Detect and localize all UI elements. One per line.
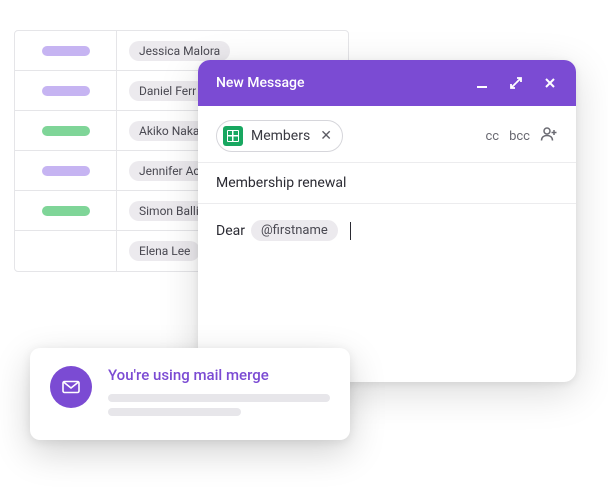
name-chip: Simon Balli xyxy=(129,201,209,221)
window-controls xyxy=(474,75,558,91)
cc-button[interactable]: cc xyxy=(485,129,499,144)
add-recipient-icon[interactable] xyxy=(540,126,558,146)
recipient-chip[interactable]: Members ✕ xyxy=(216,120,343,152)
sheets-icon xyxy=(223,126,243,146)
bcc-button[interactable]: bcc xyxy=(509,129,530,144)
minimize-icon[interactable] xyxy=(474,75,490,91)
status-cell xyxy=(15,111,117,150)
remove-chip-icon[interactable]: ✕ xyxy=(320,128,332,144)
recipient-label: Members xyxy=(251,128,310,144)
compose-header: New Message xyxy=(198,60,576,106)
expand-icon[interactable] xyxy=(508,75,524,91)
recipient-actions: cc bcc xyxy=(485,126,558,146)
placeholder-line xyxy=(108,394,330,402)
toast-title: You're using mail merge xyxy=(108,366,330,384)
name-chip: Daniel Ferr xyxy=(129,81,206,101)
status-pill xyxy=(42,166,90,176)
compose-body[interactable]: Dear @firstname xyxy=(198,204,576,257)
mail-merge-icon xyxy=(50,366,92,408)
status-pill xyxy=(42,126,90,136)
name-chip: Jessica Malora xyxy=(129,41,230,61)
status-pill xyxy=(42,86,90,96)
status-cell xyxy=(15,31,117,70)
status-cell xyxy=(15,71,117,110)
status-pill xyxy=(42,206,90,216)
subject-input[interactable]: Membership renewal xyxy=(198,163,576,204)
status-cell xyxy=(15,231,117,271)
body-text: Dear xyxy=(216,223,245,239)
recipients-row[interactable]: Members ✕ cc bcc xyxy=(198,106,576,163)
merge-variable-chip[interactable]: @firstname xyxy=(251,220,338,241)
text-cursor xyxy=(350,222,351,240)
close-icon[interactable] xyxy=(542,75,558,91)
status-cell xyxy=(15,151,117,190)
name-chip: Elena Lee xyxy=(129,241,200,261)
placeholder-line xyxy=(108,408,241,416)
compose-title: New Message xyxy=(216,75,474,91)
compose-window: New Message Members ✕ cc bcc Me xyxy=(198,60,576,382)
status-pill xyxy=(42,46,90,56)
mail-merge-toast: You're using mail merge xyxy=(30,348,350,440)
status-cell xyxy=(15,191,117,230)
toast-body: You're using mail merge xyxy=(108,366,330,422)
name-cell: Jessica Malora xyxy=(117,41,348,61)
